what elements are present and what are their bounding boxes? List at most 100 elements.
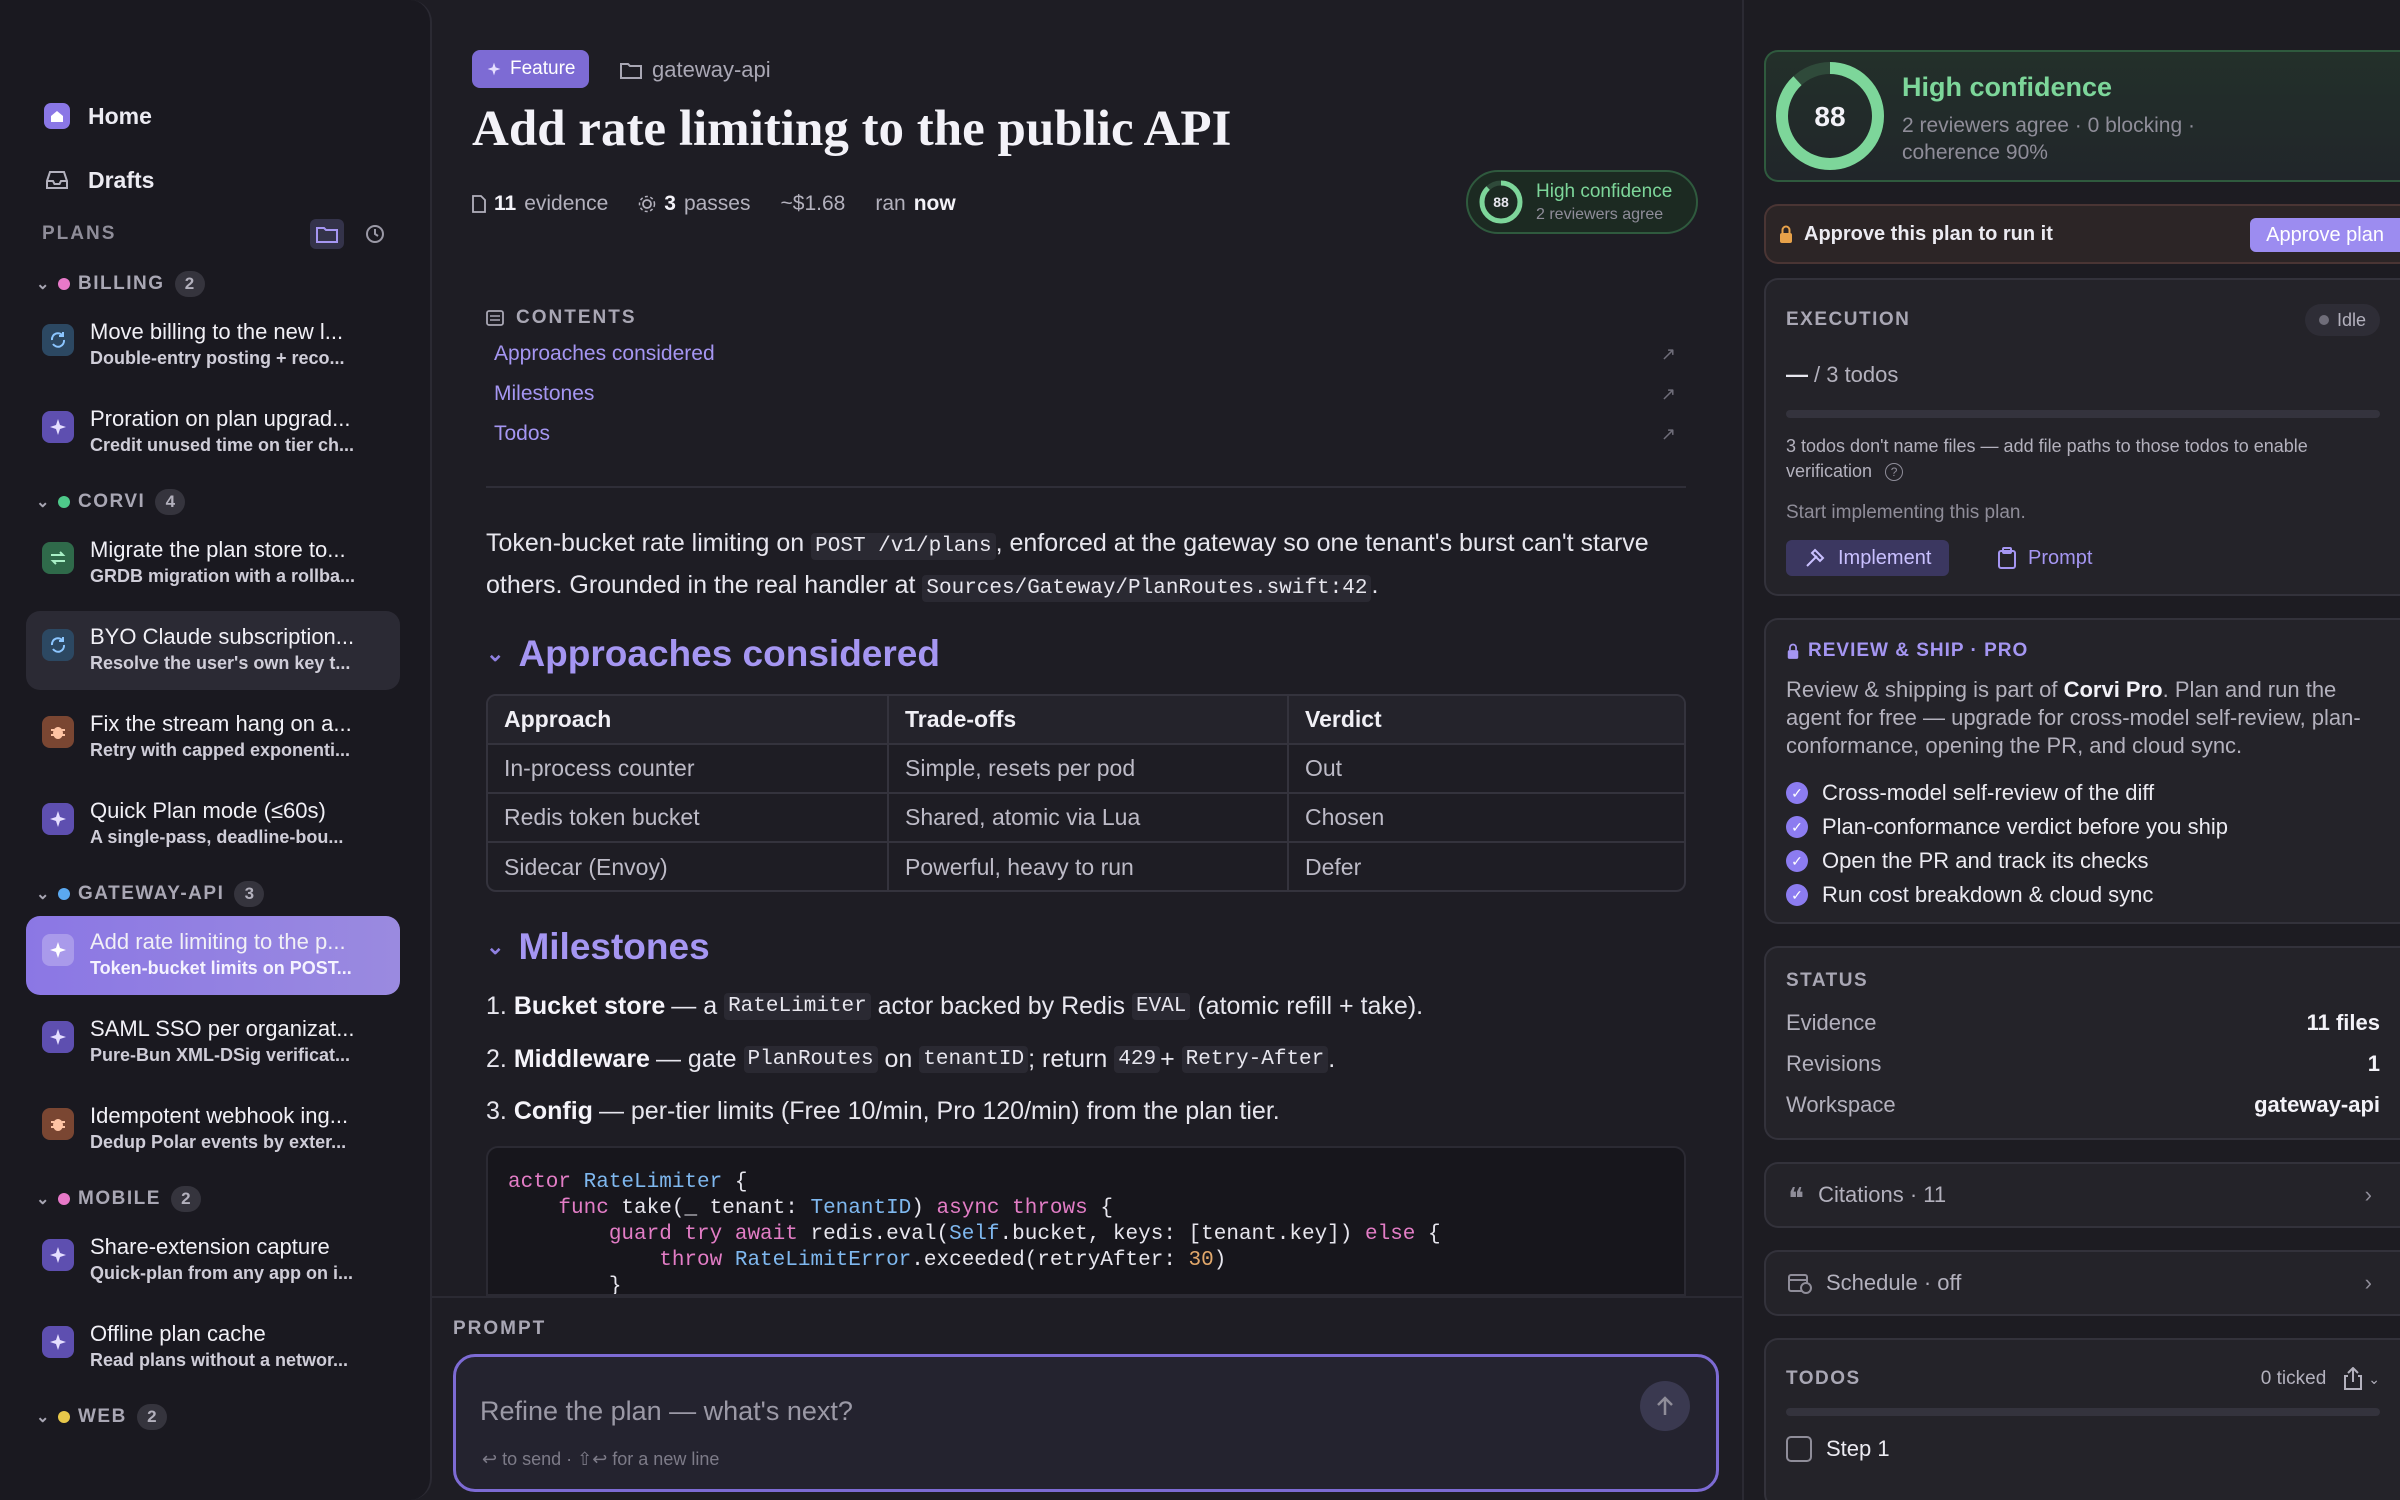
feature-item: ✓ Plan-conformance verdict before you shi…	[1786, 810, 2228, 844]
implement-button[interactable]: Implement	[1786, 540, 1950, 576]
home-icon	[42, 101, 72, 131]
plan-item[interactable]: Idempotent webhook ing... Dedup Polar eve…	[26, 1090, 400, 1169]
plan-title: SAML SSO per organizat...	[90, 1016, 355, 1041]
plan-item[interactable]: Fix the stream hang on a... Retry with ca…	[26, 698, 400, 777]
table-of-contents: CONTENTS Approaches considered ↗ Mileston…	[486, 302, 1686, 488]
plan-item[interactable]: BYO Claude subscription... Resolve the us…	[26, 611, 400, 690]
group-billing[interactable]: ⌄ BILLING 2	[26, 262, 400, 306]
confidence-detail: 2 reviewers agree · 0 blocking · coheren…	[1902, 114, 2195, 164]
plans-label: PLANS	[42, 223, 117, 244]
milestone-item: 3. Config — per-tier limits (Free 10/min…	[486, 1096, 1280, 1125]
plan-title: Move billing to the new l...	[90, 319, 344, 344]
plan-meta: 11 evidence 3 passes ~$1.68 ran now	[472, 188, 956, 220]
group-web[interactable]: ⌄ WEB 2	[26, 1395, 400, 1439]
plan-title: Share-extension capture	[90, 1234, 330, 1259]
prompt-box: ↩ to send · ⇧↩ for a new line	[453, 1354, 1719, 1492]
plan-item-selected[interactable]: Add rate limiting to the p... Token-bucke…	[26, 916, 400, 995]
plan-title: Offline plan cache	[90, 1321, 266, 1346]
group-name: MOBILE	[78, 1188, 161, 1209]
sparkle-icon	[42, 411, 74, 443]
confidence-label: High confidence	[1536, 180, 1673, 202]
chevron-down-icon: ⌄	[486, 641, 505, 666]
plan-subtitle: A single-pass, deadline-bou...	[90, 827, 344, 847]
citations-row[interactable]: ❝ Citations · 11 ›	[1764, 1162, 2400, 1228]
arrow-up-right-icon: ↗	[1660, 423, 1676, 444]
group-count: 4	[155, 489, 186, 515]
contents-link-todos[interactable]: Todos ↗	[486, 414, 1686, 454]
plan-subtitle: Credit unused time on tier ch...	[90, 435, 355, 455]
feature-item: ✓ Run cost breakdown & cloud sync	[1786, 878, 2228, 912]
folder-icon[interactable]	[310, 219, 344, 249]
group-dot	[58, 1193, 70, 1205]
history-icon[interactable]	[358, 219, 392, 249]
plan-subtitle: Resolve the user's own key t...	[90, 653, 351, 673]
plans-header: PLANS	[42, 218, 392, 250]
contents-link-milestones[interactable]: Milestones ↗	[486, 374, 1686, 414]
workspace-breadcrumb[interactable]: gateway-api	[620, 52, 771, 88]
table-row: In-process counter Simple, resets per pod…	[488, 744, 1684, 794]
svg-text:88: 88	[1814, 101, 1845, 132]
plan-title: BYO Claude subscription...	[90, 624, 355, 649]
plan-item[interactable]: Offline plan cache Read plans without a n…	[26, 1308, 400, 1387]
sparkle-icon	[42, 1326, 74, 1358]
lock-icon	[1787, 643, 1799, 659]
plan-item[interactable]: SAML SSO per organizat... Pure-Bun XML-DS…	[26, 1003, 400, 1082]
section-approaches[interactable]: ⌄ Approaches considered	[486, 632, 940, 676]
prompt-copy-button[interactable]: Prompt	[1984, 540, 2106, 576]
group-corvi[interactable]: ⌄ CORVI 4	[26, 480, 400, 524]
check-circle-icon: ✓	[1786, 816, 1808, 838]
approaches-table: Approach Trade-offs Verdict In-process c…	[486, 694, 1686, 892]
contents-link-approaches[interactable]: Approaches considered ↗	[486, 334, 1686, 374]
schedule-row[interactable]: Schedule · off ›	[1764, 1250, 2400, 1316]
document-icon	[472, 195, 486, 213]
execution-title: EXECUTION	[1786, 309, 1911, 330]
confidence-card: 88 High confidence 2 reviewers agree · 0…	[1764, 50, 2400, 182]
section-milestones[interactable]: ⌄ Milestones	[486, 925, 710, 969]
table-header-row: Approach Trade-offs Verdict	[488, 696, 1684, 745]
ran-meta: ran now	[875, 192, 956, 215]
sidebar-item-label: Home	[88, 102, 152, 129]
table-row: Redis token bucket Shared, atomic via Lua…	[488, 793, 1684, 843]
list-icon	[486, 310, 504, 326]
todos-ticked: 0 ticked	[2260, 1368, 2327, 1389]
send-button[interactable]	[1640, 1381, 1690, 1431]
group-mobile[interactable]: ⌄ MOBILE 2	[26, 1177, 400, 1221]
group-gateway-api[interactable]: ⌄ GATEWAY-API 3	[26, 872, 400, 916]
chevron-down-icon: ⌄	[486, 934, 505, 959]
plan-item[interactable]: Migrate the plan store to... GRDB migrati…	[26, 524, 400, 603]
sparkle-icon	[42, 1021, 74, 1053]
chevron-down-icon: ⌄	[36, 1409, 51, 1426]
approve-plan-button[interactable]: Approve plan	[2250, 218, 2400, 252]
sidebar-item-home[interactable]: Home	[26, 84, 406, 148]
page-title: Add rate limiting to the public API	[472, 101, 1232, 157]
approve-label: Approve this plan to run it	[1804, 222, 2053, 245]
group-name: WEB	[78, 1406, 127, 1427]
folder-icon	[620, 63, 642, 79]
quote-icon: ❝	[1788, 1183, 1805, 1216]
sidebar-item-drafts[interactable]: Drafts	[26, 148, 406, 212]
calendar-clock-icon	[1788, 1274, 1812, 1294]
group-count: 2	[170, 1186, 201, 1212]
plan-subtitle: Read plans without a networ...	[90, 1350, 349, 1370]
confidence-ring: 88	[1479, 180, 1523, 224]
help-icon[interactable]: ?	[1885, 463, 1904, 482]
plan-item[interactable]: Proration on plan upgrad... Credit unused…	[26, 393, 400, 472]
confidence-pill[interactable]: 88 High confidence 2 reviewers agree	[1466, 170, 1698, 234]
plan-item[interactable]: Share-extension capture Quick-plan from a…	[26, 1221, 400, 1300]
share-icon[interactable]: ⌄	[2342, 1367, 2380, 1391]
migrate-icon	[42, 542, 74, 574]
group-count: 3	[234, 881, 265, 907]
group-count: 2	[174, 271, 205, 297]
todo-item[interactable]: Step 1	[1786, 1436, 1890, 1462]
badge-label: Feature	[510, 58, 576, 79]
evidence-meta: 11 evidence	[472, 192, 608, 216]
plan-item[interactable]: Quick Plan mode (≤60s) A single-pass, dea…	[26, 785, 400, 864]
status-badge: Idle	[2304, 304, 2380, 336]
feature-badge: Feature	[472, 50, 590, 88]
review-feature-list: ✓ Cross-model self-review of the diff ✓ Pl…	[1786, 776, 2228, 912]
checkbox[interactable]	[1786, 1436, 1812, 1462]
plan-item[interactable]: Move billing to the new l... Double-entry…	[26, 306, 400, 385]
passes-meta: 3 passes	[638, 192, 751, 216]
todos-card: TODOS 0 ticked ⌄ Step 1	[1764, 1338, 2400, 1500]
prompt-input[interactable]	[480, 1391, 1580, 1431]
